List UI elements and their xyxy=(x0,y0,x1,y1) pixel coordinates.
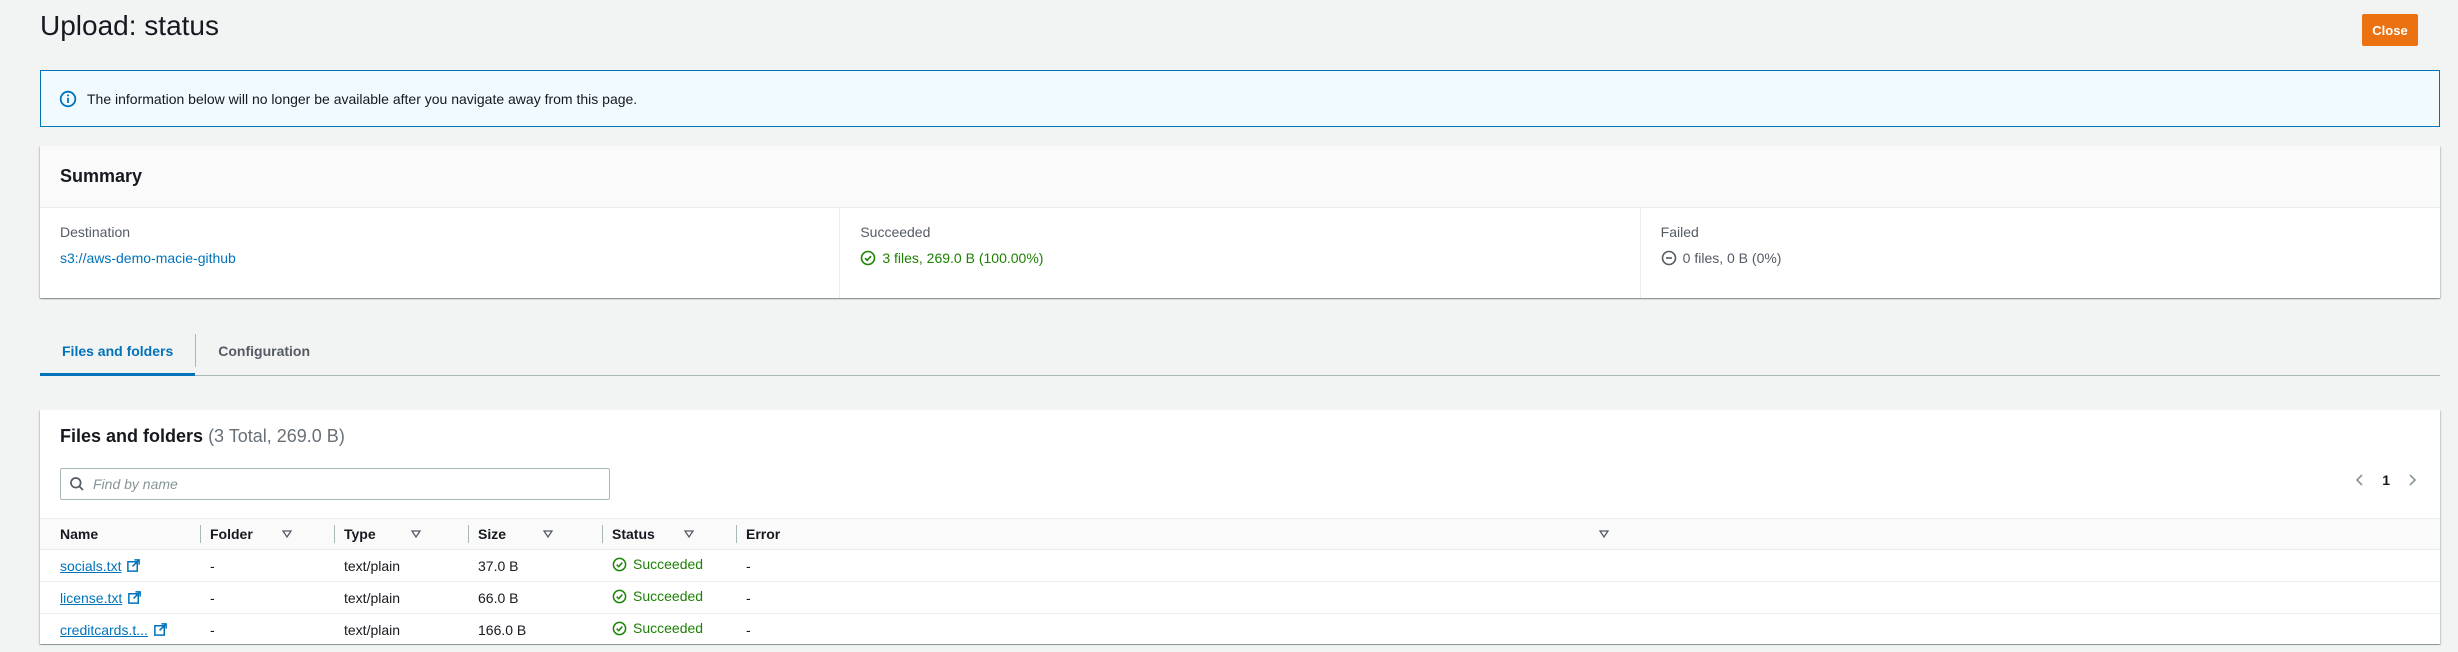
minus-circle-icon xyxy=(1661,250,1677,266)
destination-label: Destination xyxy=(60,224,131,240)
search-box xyxy=(60,468,610,500)
succeeded-label: Succeeded xyxy=(860,224,931,240)
external-link-icon[interactable] xyxy=(127,590,142,605)
check-circle-icon xyxy=(612,557,627,572)
type-cell: text/plain xyxy=(344,621,401,638)
search-input[interactable] xyxy=(93,476,593,492)
table-header-row: Name Folder Type Size Status Error xyxy=(40,518,2440,550)
info-alert: The information below will no longer be … xyxy=(40,70,2440,127)
column-header-name[interactable]: Name xyxy=(40,519,200,550)
external-link-icon[interactable] xyxy=(126,558,141,573)
files-header: Files and folders (3 Total, 269.0 B) xyxy=(40,410,2440,472)
column-header-status[interactable]: Status xyxy=(602,519,736,550)
status-text: Succeeded xyxy=(633,588,704,605)
status-text: Succeeded xyxy=(633,620,704,637)
sort-down-icon[interactable] xyxy=(281,528,293,540)
failed-value: 0 files, 0 B (0%) xyxy=(1682,250,1782,266)
error-cell: - xyxy=(746,621,751,638)
chevron-left-icon[interactable] xyxy=(2352,472,2368,488)
pagination: 1 xyxy=(2352,472,2420,488)
size-cell: 37.0 B xyxy=(478,557,519,574)
sort-down-icon[interactable] xyxy=(542,528,554,540)
type-cell: text/plain xyxy=(344,557,401,574)
chevron-right-icon[interactable] xyxy=(2404,472,2420,488)
size-cell: 66.0 B xyxy=(478,589,519,606)
size-cell: 166.0 B xyxy=(478,621,527,638)
error-cell: - xyxy=(746,589,751,606)
succeeded-column: Succeeded 3 files, 269.0 B (100.00%) xyxy=(839,208,1639,298)
sort-down-icon[interactable] xyxy=(410,528,422,540)
external-link-icon[interactable] xyxy=(153,622,168,637)
file-link[interactable]: creditcards.t... xyxy=(60,622,148,638)
tab-bar: Files and folders Configuration xyxy=(40,326,2440,376)
sort-down-icon[interactable] xyxy=(683,528,695,540)
page-title: Upload: status xyxy=(40,10,219,41)
type-cell: text/plain xyxy=(344,589,401,606)
column-header-error[interactable]: Error xyxy=(736,519,2440,550)
destination-link[interactable]: s3://aws-demo-macie-github xyxy=(60,250,236,266)
files-panel: Files and folders (3 Total, 269.0 B) 1 N… xyxy=(40,410,2440,646)
error-cell: - xyxy=(746,557,751,574)
file-link[interactable]: license.txt xyxy=(60,590,122,606)
files-title: Files and folders xyxy=(60,426,204,446)
table-row: socials.txt - text/plain 37.0 B Succeede… xyxy=(40,550,2440,582)
page-number[interactable]: 1 xyxy=(2382,472,2390,488)
file-link[interactable]: socials.txt xyxy=(60,558,121,574)
check-circle-icon xyxy=(612,589,627,604)
summary-panel: Summary Destination s3://aws-demo-macie-… xyxy=(40,146,2440,298)
tab-configuration[interactable]: Configuration xyxy=(196,326,332,375)
files-table: Name Folder Type Size Status Error socia… xyxy=(40,518,2440,646)
failed-column: Failed 0 files, 0 B (0%) xyxy=(1639,208,2440,298)
close-button[interactable]: Close xyxy=(2362,14,2418,46)
check-circle-icon xyxy=(860,250,876,266)
info-icon xyxy=(59,90,77,108)
status-text: Succeeded xyxy=(633,556,704,573)
check-circle-icon xyxy=(612,621,627,636)
column-header-folder[interactable]: Folder xyxy=(200,519,334,550)
folder-cell: - xyxy=(210,621,215,638)
table-row: license.txt - text/plain 66.0 B Succeede… xyxy=(40,582,2440,614)
tab-files-and-folders[interactable]: Files and folders xyxy=(40,326,196,376)
search-icon xyxy=(69,476,85,492)
files-count: (3 Total, 269.0 B) xyxy=(208,426,345,446)
failed-label: Failed xyxy=(1660,224,1699,240)
alert-text: The information below will no longer be … xyxy=(87,90,638,107)
column-header-size[interactable]: Size xyxy=(468,519,602,550)
summary-title: Summary xyxy=(40,146,2440,208)
sort-down-icon[interactable] xyxy=(1598,528,1610,540)
column-header-type[interactable]: Type xyxy=(334,519,468,550)
table-row: creditcards.t... - text/plain 166.0 B Su… xyxy=(40,614,2440,646)
folder-cell: - xyxy=(210,589,215,606)
destination-column: Destination s3://aws-demo-macie-github xyxy=(40,208,839,298)
succeeded-value: 3 files, 269.0 B (100.00%) xyxy=(882,250,1044,266)
folder-cell: - xyxy=(210,557,215,574)
